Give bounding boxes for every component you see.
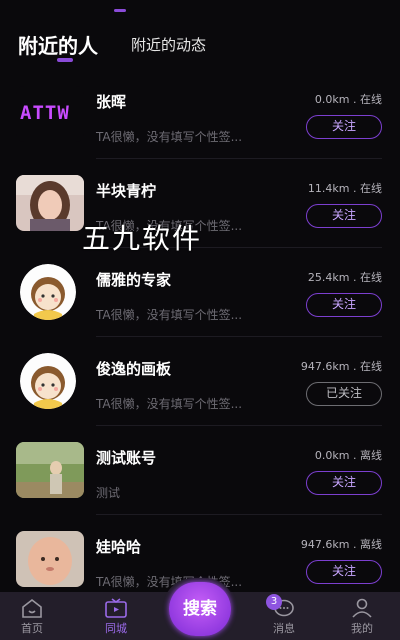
outdoor-photo-icon	[16, 442, 84, 498]
avatar[interactable]	[16, 175, 84, 231]
user-name: 张晖	[96, 93, 127, 111]
top-tabs: 附近的人 附近的动态	[0, 24, 400, 68]
follow-button[interactable]: 关注	[306, 471, 382, 495]
follow-button[interactable]: 关注	[306, 560, 382, 584]
distance-status: 0.0km . 离线	[314, 449, 382, 462]
user-bio: TA很懒，没有填写个性签...	[96, 130, 243, 144]
attw-logo: ATTW	[20, 102, 70, 124]
user-name: 娃哈哈	[96, 538, 142, 556]
distance-status: 25.4km . 在线	[307, 271, 382, 284]
tab-nearby-moments[interactable]: 附近的动态	[131, 34, 206, 55]
user-name: 半块青柠	[96, 182, 157, 200]
user-bio: 测试	[96, 486, 121, 500]
tab-home[interactable]: 首页	[2, 592, 62, 640]
tab-profile[interactable]: 我的	[332, 592, 392, 640]
tab-nearby-label: 同城	[105, 622, 127, 635]
avatar[interactable]	[20, 264, 76, 320]
messages-badge: 3	[266, 594, 282, 610]
tab-home-label: 首页	[21, 622, 43, 635]
user-bio: TA很懒，没有填写个性签...	[96, 397, 243, 411]
user-name: 俊逸的画板	[96, 360, 172, 378]
follow-button[interactable]: 关注	[306, 204, 382, 228]
woman-photo-icon	[16, 175, 84, 231]
baby-photo-icon	[16, 531, 84, 587]
distance-status: 0.0km . 在线	[314, 93, 382, 106]
tab-profile-label: 我的	[351, 622, 373, 635]
user-name: 儒雅的专家	[96, 271, 172, 289]
user-bio: TA很懒，没有填写个性签...	[96, 308, 243, 322]
cartoon-girl-icon	[20, 353, 76, 409]
list-item[interactable]: 俊逸的画板 TA很懒，没有填写个性签... 947.6km . 在线 已关注	[0, 337, 400, 426]
avatar[interactable]	[20, 353, 76, 409]
cartoon-girl-icon	[20, 264, 76, 320]
followed-button[interactable]: 已关注	[306, 382, 382, 406]
watermark: 五九软件	[82, 222, 203, 255]
top-indicator	[114, 9, 126, 12]
list-item[interactable]: 测试账号 测试 0.0km . 离线 关注	[0, 426, 400, 515]
avatar[interactable]: ATTW	[16, 86, 84, 142]
tab-messages-label: 消息	[273, 622, 295, 635]
distance-status: 11.4km . 在线	[307, 182, 382, 195]
search-button[interactable]: 搜索	[169, 582, 231, 636]
tab-nearby-people[interactable]: 附近的人	[18, 30, 98, 59]
active-tab-indicator	[57, 58, 73, 62]
tab-messages[interactable]: 消息	[254, 592, 314, 640]
list-item[interactable]: ATTW 张晖 TA很懒，没有填写个性签... 0.0km . 在线 关注	[0, 70, 400, 159]
distance-status: 947.6km . 在线	[300, 360, 382, 373]
tab-nearby[interactable]: 同城	[86, 592, 146, 640]
tv-icon	[105, 598, 127, 618]
list-item[interactable]: 儒雅的专家 TA很懒，没有填写个性签... 25.4km . 在线 关注	[0, 248, 400, 337]
home-icon	[22, 598, 42, 618]
avatar[interactable]	[16, 531, 84, 587]
follow-button[interactable]: 关注	[306, 293, 382, 317]
avatar[interactable]	[16, 442, 84, 498]
follow-button[interactable]: 关注	[306, 115, 382, 139]
distance-status: 947.6km . 离线	[300, 538, 382, 551]
user-icon	[352, 598, 372, 618]
user-name: 测试账号	[96, 449, 157, 467]
